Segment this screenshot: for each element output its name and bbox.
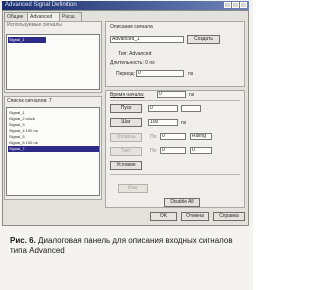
list-item[interactable]: Signal_3 — [9, 122, 25, 127]
signal-description-header: Описание сигнала — [110, 24, 153, 30]
signal-list-header: Список сигналов: 7 — [7, 98, 52, 104]
row4-label: По — [150, 148, 157, 154]
used-signals-header: Используемые сигналы — [7, 22, 62, 28]
row2-field[interactable]: 100 — [148, 119, 178, 126]
tab-general[interactable]: Общие — [4, 12, 29, 21]
condition-button[interactable]: Условие — [110, 161, 142, 170]
row4-combo[interactable]: 0 — [190, 147, 212, 154]
figure: Advanced Signal Definition Общие Advance… — [0, 0, 253, 290]
row3-label: По — [150, 134, 157, 140]
start-button[interactable]: Пуск — [110, 104, 142, 113]
divider — [110, 174, 240, 175]
help-button[interactable]: Справка — [213, 212, 245, 221]
list-item[interactable]: Signal_4 100 ns — [9, 128, 38, 133]
list-item[interactable]: Signal_6 100 ns — [9, 140, 38, 145]
disable-all-button[interactable]: Disable All — [164, 198, 200, 207]
row1-field[interactable]: 0 — [148, 105, 178, 112]
level-button[interactable]: Уровень — [110, 133, 142, 142]
row4-field[interactable]: 0 — [160, 147, 186, 154]
close-icon[interactable] — [240, 2, 247, 8]
list-item[interactable]: Signal_7 — [9, 146, 25, 151]
period-label: Период: — [116, 71, 135, 77]
list-item[interactable]: Signal_5 — [9, 134, 25, 139]
period-unit: ns — [188, 71, 194, 77]
signal-name-field[interactable]: Advanced_1 — [110, 36, 184, 43]
list-item[interactable]: Signal_1 — [9, 110, 25, 115]
signal-duration-text: Длительность: 0 ns — [110, 60, 155, 66]
edit-button[interactable]: Изм. — [118, 184, 148, 193]
title-bar: Advanced Signal Definition — [2, 1, 249, 10]
window-title: Advanced Signal Definition — [5, 2, 77, 8]
figure-caption: Рис. 6. Диалоговая панель для описания в… — [10, 236, 246, 256]
clock-button[interactable]: Такт — [110, 147, 142, 156]
row1-extra-field[interactable] — [181, 105, 201, 112]
minimize-icon[interactable] — [224, 2, 231, 8]
ok-button[interactable]: OK — [150, 212, 177, 221]
tab-advanced[interactable]: Advanced — [27, 12, 61, 21]
create-button[interactable]: Создать — [187, 35, 220, 44]
used-signals-list[interactable]: Signal_1 — [6, 34, 100, 90]
start-time-label: Время начала: — [110, 92, 145, 98]
row3-combo[interactable]: Rising — [190, 133, 212, 140]
cancel-button[interactable]: Отмена — [181, 212, 209, 221]
caption-prefix: Рис. 6. — [10, 236, 36, 245]
tab-extra[interactable]: Расш. — [59, 12, 82, 21]
signal-type-text: Тип: Advanced — [118, 51, 152, 57]
divider — [110, 100, 240, 101]
list-item[interactable]: Signal_2 clock — [9, 116, 35, 121]
caption-text: Диалоговая панель для описания входных с… — [10, 236, 233, 255]
start-time-field[interactable]: 0 — [157, 91, 186, 98]
signal-list[interactable]: Signal_1 Signal_2 clock Signal_3 Signal_… — [6, 107, 100, 196]
step-button[interactable]: Шаг — [110, 118, 142, 127]
period-field[interactable]: 0 — [136, 70, 184, 77]
start-time-unit: ns — [189, 92, 195, 98]
list-item[interactable]: Signal_1 — [9, 37, 25, 42]
maximize-icon[interactable] — [232, 2, 239, 8]
row2-unit: ns — [181, 120, 187, 126]
row3-field[interactable]: 0 — [160, 133, 186, 140]
